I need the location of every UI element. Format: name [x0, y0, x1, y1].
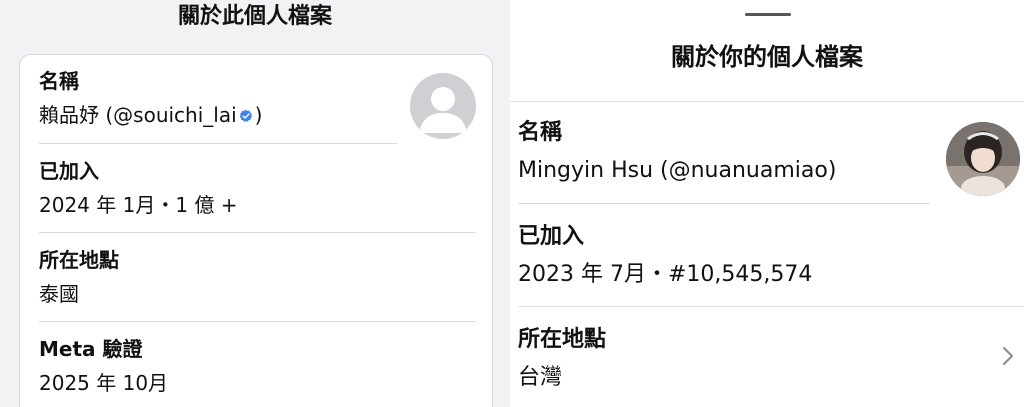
location-value: 泰國	[39, 282, 79, 306]
meta-verified-label: Meta 驗證	[39, 337, 143, 361]
sheet-grabber-handle[interactable]	[745, 13, 791, 16]
divider	[39, 232, 476, 233]
location-label: 所在地點	[39, 248, 119, 272]
divider	[518, 203, 930, 204]
joined-row: 已加入 2023 年 7月・#10,545,574	[518, 222, 1004, 290]
location-value: 台灣	[518, 365, 563, 390]
meta-verified-row: Meta 驗證 2025 年 10月	[39, 335, 474, 397]
panel-title: 關於你的個人檔案	[671, 43, 863, 71]
location-row[interactable]: 所在地點 台灣	[518, 325, 1004, 393]
location-row: 所在地點 泰國	[39, 246, 474, 308]
profile-photo-drawing	[946, 122, 1020, 196]
joined-row: 已加入 2024 年 1月・1 億 +	[39, 157, 474, 219]
joined-value: 2023 年 7月・#10,545,574	[518, 262, 813, 287]
about-your-profile-panel: 關於你的個人檔案 名稱 Mingyin Hsu (@nuanuamiao) 已加…	[510, 0, 1024, 407]
name-label: 名稱	[39, 69, 79, 93]
divider	[518, 306, 1024, 307]
display-name-handle: 賴品妤 (@souichi_lai	[39, 103, 237, 127]
header-divider	[510, 101, 1024, 102]
name-value[interactable]: 賴品妤 (@souichi_lai)	[39, 101, 474, 129]
screenshot-stage: 關於此個人檔案 名稱 賴品妤 (@souichi_lai) 已加入 2024 年…	[0, 0, 1024, 407]
verified-badge-icon	[239, 109, 252, 122]
joined-label: 已加入	[39, 159, 99, 183]
chevron-right-icon[interactable]	[1000, 344, 1016, 368]
profile-photo-icon[interactable]	[946, 122, 1020, 196]
name-row: 名稱 Mingyin Hsu (@nuanuamiao)	[518, 118, 1004, 186]
name-label: 名稱	[518, 120, 563, 145]
location-label: 所在地點	[518, 327, 607, 352]
default-avatar-icon[interactable]	[410, 73, 476, 139]
divider	[39, 143, 397, 144]
joined-value: 2024 年 1月・1 億 +	[39, 193, 238, 217]
handle-close-paren: )	[254, 103, 263, 127]
joined-label: 已加入	[518, 224, 585, 249]
name-value: Mingyin Hsu (@nuanuamiao)	[518, 158, 837, 183]
panel-title: 關於此個人檔案	[177, 4, 332, 29]
profile-info-card: 名稱 賴品妤 (@souichi_lai) 已加入 2024 年 1月・1 億 …	[19, 54, 493, 407]
avatar-silhouette	[419, 87, 467, 133]
divider	[39, 321, 476, 322]
name-row: 名稱 賴品妤 (@souichi_lai)	[39, 67, 474, 129]
about-this-profile-panel: 關於此個人檔案 名稱 賴品妤 (@souichi_lai) 已加入 2024 年…	[0, 0, 510, 407]
meta-verified-value: 2025 年 10月	[39, 371, 169, 395]
